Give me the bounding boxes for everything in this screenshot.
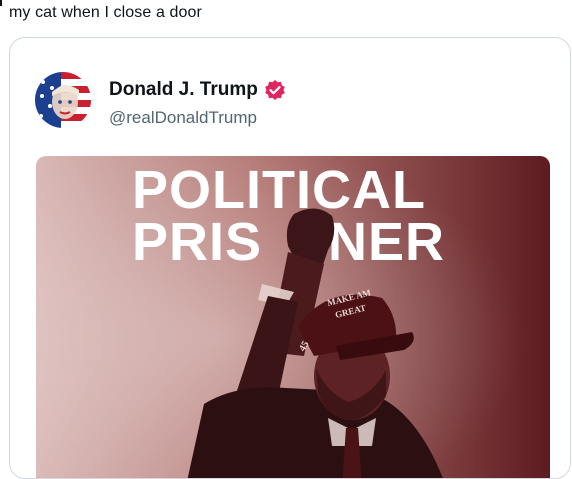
- author-name-row[interactable]: Donald J. Trump: [109, 79, 286, 101]
- headline-line2: PRIS: [132, 212, 262, 272]
- quoted-post-card[interactable]: Donald J. Trump @realDonaldTrump POLITIC…: [9, 37, 571, 479]
- avatar[interactable]: [35, 72, 91, 128]
- headline-line1: POLITICAL: [132, 160, 426, 220]
- headline-line2b: NER: [328, 212, 445, 272]
- avatar-image: [35, 72, 91, 128]
- thread-line-fragment: [0, 0, 2, 6]
- display-name[interactable]: Donald J. Trump: [109, 79, 258, 101]
- user-handle[interactable]: @realDonaldTrump: [109, 108, 257, 128]
- verified-badge-icon: [264, 79, 286, 101]
- post-caption: my cat when I close a door: [9, 4, 202, 21]
- post-media-image[interactable]: POLITICAL PRIS NER MAKE AM GREAT 45: [36, 156, 550, 478]
